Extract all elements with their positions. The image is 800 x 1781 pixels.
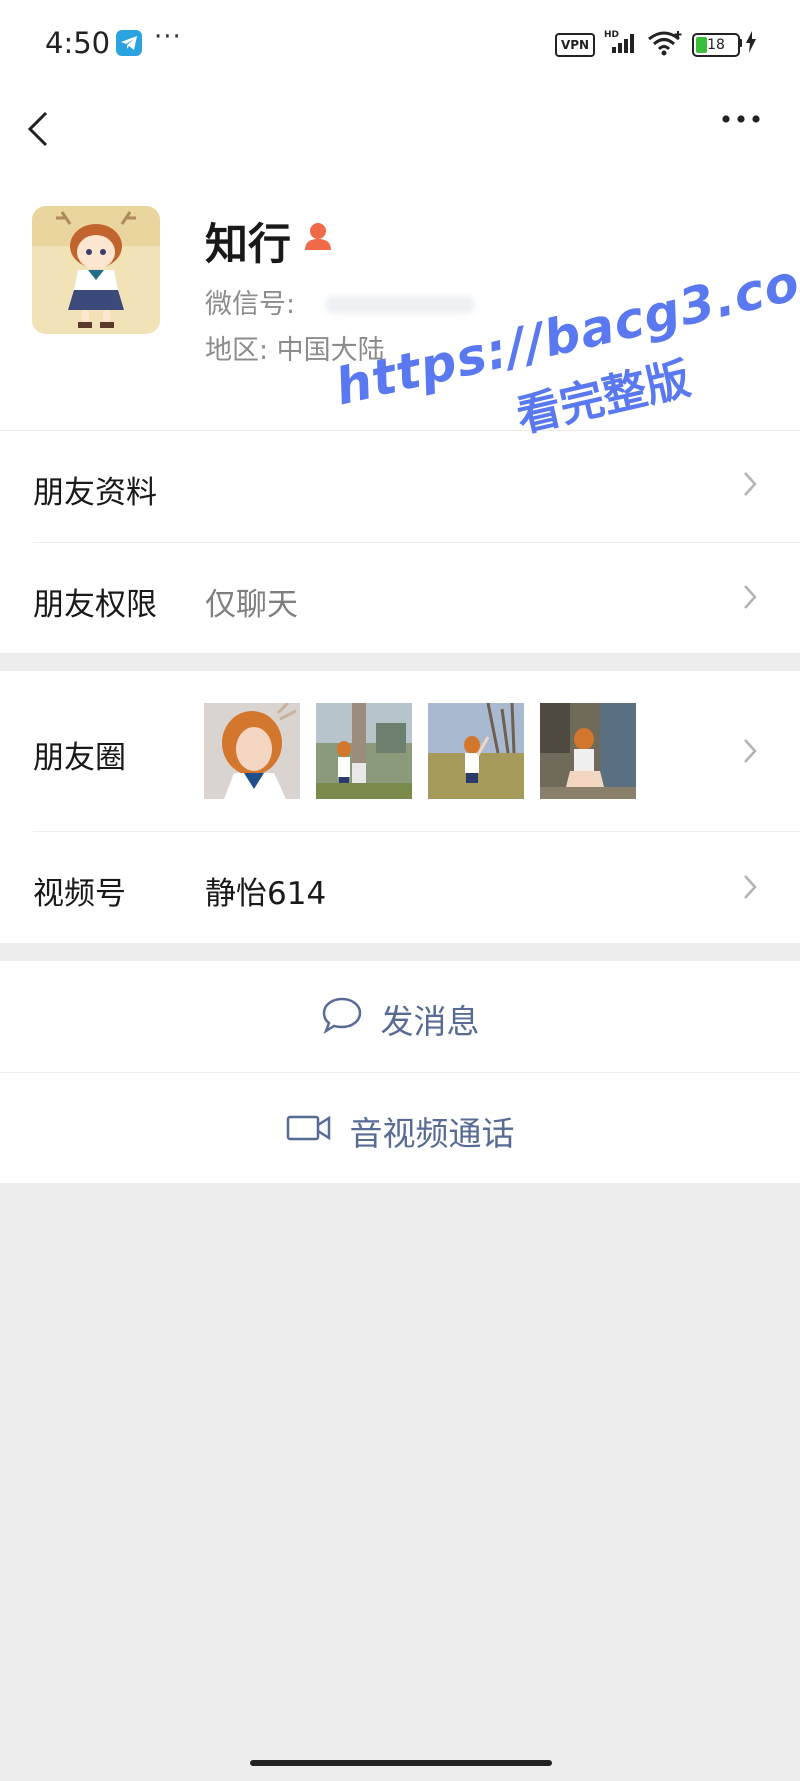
wechat-id-redacted	[325, 296, 475, 314]
more-options-icon[interactable]	[720, 110, 762, 129]
friend-permissions-value: 仅聊天	[205, 587, 298, 623]
divider	[0, 1072, 800, 1073]
video-camera-icon	[286, 1112, 332, 1151]
voice-video-call-label: 音视频通话	[349, 1114, 515, 1153]
signal-icon: HD	[604, 28, 638, 60]
wifi-icon	[646, 28, 684, 62]
status-bar: 4:50 ··· VPN HD 18	[0, 0, 800, 92]
home-indicator[interactable]	[250, 1760, 552, 1766]
back-icon[interactable]	[26, 110, 50, 152]
status-time: 4:50	[45, 26, 111, 60]
channels-value: 静怡614	[205, 876, 327, 912]
wechat-id-label: 微信号:	[205, 289, 296, 320]
notification-more-icon: ···	[154, 22, 182, 52]
moments-thumbnail	[204, 703, 300, 799]
battery-level: 18	[707, 37, 725, 53]
chevron-right-icon	[742, 873, 758, 905]
channels-label: 视频号	[33, 876, 126, 912]
female-gender-icon	[302, 220, 334, 256]
battery-icon: 18	[692, 33, 740, 57]
vpn-icon: VPN	[555, 33, 595, 57]
friend-info-label: 朋友资料	[33, 475, 157, 511]
telegram-icon	[116, 30, 142, 56]
svg-text:HD: HD	[604, 30, 619, 40]
chevron-right-icon	[742, 583, 758, 615]
send-message-button[interactable]: 发消息	[0, 995, 800, 1043]
chevron-right-icon	[742, 737, 758, 769]
moments-thumbnail	[428, 703, 524, 799]
friend-permissions-label: 朋友权限	[33, 587, 157, 623]
moments-label: 朋友圈	[33, 740, 126, 776]
charging-icon	[745, 31, 757, 57]
voice-video-call-button[interactable]: 音视频通话	[0, 1107, 800, 1155]
chat-bubble-icon	[321, 996, 363, 1042]
profile-name: 知行	[205, 220, 291, 270]
moments-thumbnail	[540, 703, 636, 799]
chevron-right-icon	[742, 470, 758, 502]
moments-thumbnail	[316, 703, 412, 799]
send-message-label: 发消息	[380, 1002, 480, 1041]
avatar[interactable]	[32, 206, 160, 334]
